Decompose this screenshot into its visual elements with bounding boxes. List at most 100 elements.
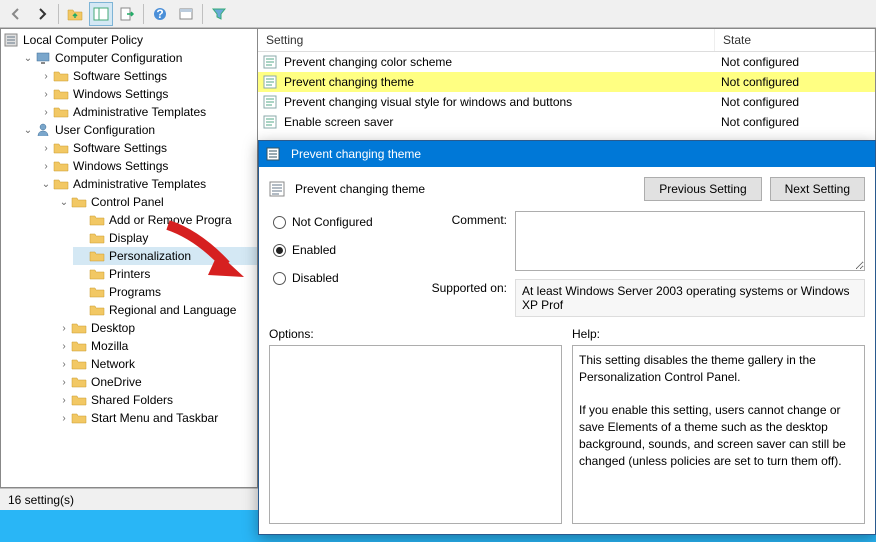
expander-right-icon[interactable]: › bbox=[39, 161, 53, 172]
tree-item-onedrive[interactable]: › OneDrive bbox=[55, 373, 257, 391]
tree-item-software-settings[interactable]: ›Software Settings bbox=[37, 67, 257, 85]
policy-icon bbox=[265, 146, 281, 162]
list-header-setting[interactable]: Setting bbox=[258, 29, 715, 51]
filter-button[interactable] bbox=[207, 2, 231, 26]
tree-label-text: Windows Settings bbox=[73, 159, 168, 173]
tree-item-mozilla[interactable]: ›Mozilla bbox=[55, 337, 257, 355]
tree-user-config[interactable]: ⌄ User Configuration bbox=[19, 121, 257, 139]
expander-right-icon[interactable]: › bbox=[39, 89, 53, 100]
dialog-titlebar[interactable]: Prevent changing theme bbox=[259, 141, 875, 167]
expander-right-icon[interactable]: › bbox=[57, 395, 71, 406]
toolbar: ? bbox=[0, 0, 876, 28]
tree-item-shared-folders[interactable]: › Shared Folders bbox=[55, 391, 257, 409]
setting-icon bbox=[269, 181, 285, 197]
help-button[interactable]: ? bbox=[148, 2, 172, 26]
next-setting-button[interactable]: Next Setting bbox=[770, 177, 865, 201]
computer-icon bbox=[35, 50, 51, 66]
tree-item-personalization[interactable]: Personalization bbox=[73, 247, 257, 265]
folder-icon bbox=[53, 86, 69, 102]
up-button[interactable] bbox=[63, 2, 87, 26]
radio-disabled[interactable]: Disabled bbox=[273, 271, 409, 285]
radio-icon bbox=[273, 216, 286, 229]
tree-item-display[interactable]: Display bbox=[73, 229, 257, 247]
list-row-state: Not configured bbox=[721, 55, 871, 69]
expander-right-icon[interactable]: › bbox=[57, 341, 71, 352]
setting-icon bbox=[262, 54, 278, 70]
radio-icon bbox=[273, 244, 286, 257]
folder-icon bbox=[53, 140, 69, 156]
expander-down-icon[interactable]: ⌄ bbox=[21, 53, 35, 64]
properties-button[interactable] bbox=[174, 2, 198, 26]
folder-icon bbox=[89, 266, 105, 282]
tree-item-software-settings[interactable]: › Software Settings bbox=[37, 139, 257, 157]
tree-label-text: Printers bbox=[109, 267, 150, 281]
expander-right-icon[interactable]: › bbox=[57, 359, 71, 370]
tree-label-text: Shared Folders bbox=[91, 393, 173, 407]
dialog-body: Prevent changing theme Previous Setting … bbox=[259, 167, 875, 534]
tree-label-text: OneDrive bbox=[91, 375, 142, 389]
comment-label: Comment: bbox=[421, 211, 507, 227]
back-button[interactable] bbox=[4, 2, 28, 26]
tree-item-add-or-remove-progra[interactable]: Add or Remove Progra bbox=[73, 211, 257, 229]
tree-item-programs[interactable]: Programs bbox=[73, 283, 257, 301]
tree-label-text: Local Computer Policy bbox=[23, 33, 143, 47]
tree-label-text: Software Settings bbox=[73, 141, 167, 155]
expander-right-icon[interactable]: › bbox=[57, 413, 71, 424]
radio-label: Disabled bbox=[292, 271, 339, 285]
expander-right-icon[interactable]: › bbox=[57, 377, 71, 388]
list-row[interactable]: Enable screen saverNot configured bbox=[258, 112, 875, 132]
toolbar-separator bbox=[202, 4, 203, 24]
tree-label-text: Computer Configuration bbox=[55, 51, 182, 65]
expander-down-icon[interactable]: ⌄ bbox=[21, 125, 35, 136]
list-row[interactable]: Prevent changing themeNot configured bbox=[258, 72, 875, 92]
folder-icon bbox=[89, 212, 105, 228]
expander-right-icon[interactable]: › bbox=[39, 107, 53, 118]
list-header-state[interactable]: State bbox=[715, 29, 875, 51]
tree-item-start-menu-and-taskbar[interactable]: ›Start Menu and Taskbar bbox=[55, 409, 257, 427]
expander-down-icon[interactable]: ⌄ bbox=[57, 197, 71, 208]
radio-group: Not Configured Enabled Disabled bbox=[269, 211, 409, 289]
list-row-name: Enable screen saver bbox=[284, 115, 721, 129]
dialog-heading: Prevent changing theme bbox=[269, 181, 425, 197]
tree-panel[interactable]: Local Computer Policy ⌄ Computer Configu… bbox=[0, 28, 258, 488]
tree-item-windows-settings[interactable]: › Windows Settings bbox=[37, 85, 257, 103]
radio-icon bbox=[273, 272, 286, 285]
radio-not-configured[interactable]: Not Configured bbox=[273, 215, 409, 229]
options-box bbox=[269, 345, 562, 524]
tree-item-administrative-templates[interactable]: ›Administrative Templates bbox=[37, 103, 257, 121]
tree-item-printers[interactable]: Printers bbox=[73, 265, 257, 283]
export-button[interactable] bbox=[115, 2, 139, 26]
tree-item-desktop[interactable]: ›Desktop bbox=[55, 319, 257, 337]
tree-item-regional-and-language[interactable]: Regional and Language bbox=[73, 301, 257, 319]
tree-label-text: Add or Remove Progra bbox=[109, 213, 232, 227]
folder-icon bbox=[89, 230, 105, 246]
show-tree-button[interactable] bbox=[89, 2, 113, 26]
forward-button[interactable] bbox=[30, 2, 54, 26]
options-label: Options: bbox=[269, 327, 562, 341]
tree-label-text: Personalization bbox=[109, 249, 191, 263]
tree-label-text: Windows Settings bbox=[73, 87, 168, 101]
svg-text:?: ? bbox=[156, 7, 163, 21]
folder-icon bbox=[71, 356, 87, 372]
list-row-name: Prevent changing color scheme bbox=[284, 55, 721, 69]
list-row[interactable]: Prevent changing color schemeNot configu… bbox=[258, 52, 875, 72]
policy-dialog: Prevent changing theme Prevent changing … bbox=[258, 140, 876, 535]
expander-right-icon[interactable]: › bbox=[39, 71, 53, 82]
tree-item-windows-settings[interactable]: › Windows Settings bbox=[37, 157, 257, 175]
folder-icon bbox=[53, 158, 69, 174]
previous-setting-button[interactable]: Previous Setting bbox=[644, 177, 761, 201]
tree-item-network[interactable]: ›Network bbox=[55, 355, 257, 373]
expander-right-icon[interactable]: › bbox=[39, 143, 53, 154]
tree-admin-templates[interactable]: ⌄ Administrative Templates bbox=[37, 175, 257, 193]
list-row[interactable]: Prevent changing visual style for window… bbox=[258, 92, 875, 112]
expander-right-icon[interactable]: › bbox=[57, 323, 71, 334]
comment-textarea[interactable] bbox=[515, 211, 865, 271]
folder-icon bbox=[53, 104, 69, 120]
tree-root-node[interactable]: Local Computer Policy bbox=[1, 31, 257, 49]
radio-enabled[interactable]: Enabled bbox=[273, 243, 409, 257]
expander-down-icon[interactable]: ⌄ bbox=[39, 179, 53, 190]
tree-control-panel[interactable]: ⌄ Control Panel bbox=[55, 193, 257, 211]
tree-computer-config[interactable]: ⌄ Computer Configuration bbox=[19, 49, 257, 67]
tree-label-text: Display bbox=[109, 231, 148, 245]
help-label: Help: bbox=[572, 327, 865, 341]
